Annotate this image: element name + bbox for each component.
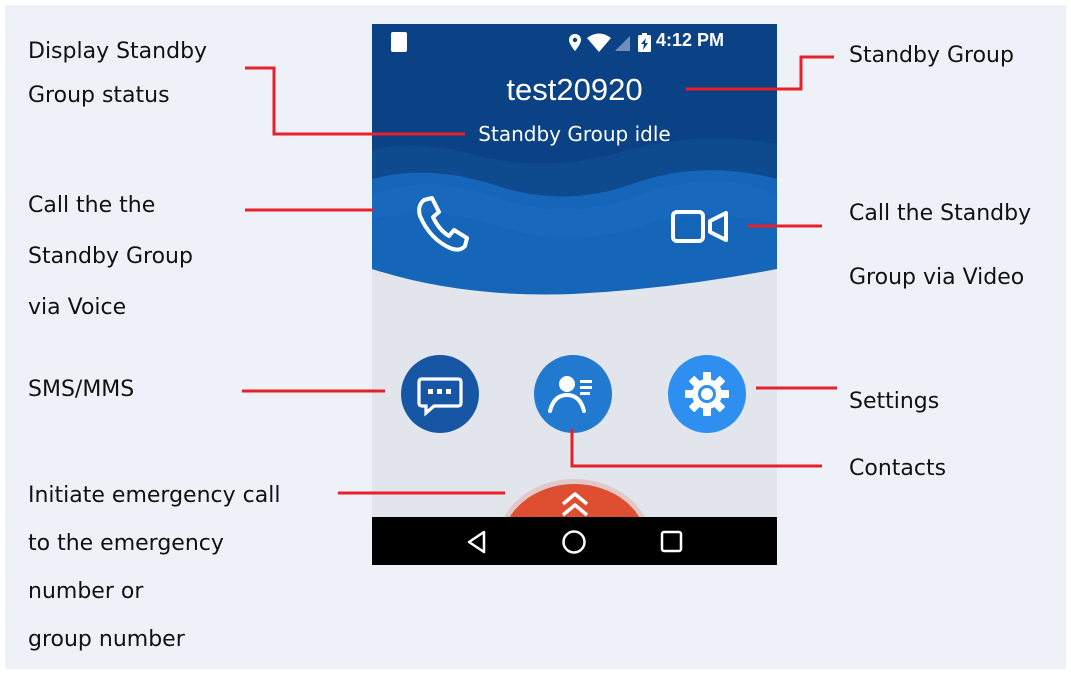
notification-icon	[391, 32, 407, 52]
callout-call-video: Call the Standby Group via Video	[849, 180, 1031, 312]
phone-screen: 4:12 PM test20920 Standby Group idle	[372, 24, 777, 565]
callout-text: number or	[28, 579, 144, 604]
status-time: 4:12 PM	[656, 30, 725, 50]
settings-button[interactable]	[668, 355, 746, 433]
message-icon	[417, 377, 463, 417]
gear-icon	[685, 372, 729, 416]
callout-text: group number	[28, 627, 185, 652]
voice-call-button[interactable]	[412, 192, 472, 254]
video-call-button[interactable]	[670, 208, 734, 246]
callout-text: Contacts	[849, 456, 947, 481]
status-icons	[569, 33, 651, 52]
callout-contacts: Contacts	[849, 453, 946, 485]
video-camera-icon	[671, 210, 728, 243]
phone-icon	[417, 196, 469, 252]
wifi-icon	[587, 33, 611, 52]
callout-sms: SMS/MMS	[28, 374, 134, 406]
cell-signal-icon	[615, 36, 630, 51]
status-bar: 4:12 PM	[372, 24, 777, 64]
callout-display-status: Display Standby Group status	[28, 36, 207, 112]
chevron-up-double-icon	[561, 492, 589, 517]
contacts-button[interactable]	[534, 355, 612, 433]
callout-text: Initiate emergency call	[28, 483, 281, 508]
callout-text: Group via Video	[849, 265, 1025, 290]
battery-icon	[638, 33, 651, 52]
callout-standby-group: Standby Group	[849, 40, 1014, 72]
group-status: Standby Group idle	[478, 122, 671, 146]
callout-text: via Voice	[28, 295, 127, 320]
sms-mms-button[interactable]	[401, 355, 479, 433]
callout-text: Group status	[28, 83, 170, 108]
callout-call-voice: Call the the Standby Group via Voice	[28, 180, 193, 333]
callout-emergency: Initiate emergency call to the emergency…	[28, 472, 280, 664]
contacts-icon	[548, 376, 592, 413]
recents-icon[interactable]	[659, 529, 685, 555]
callout-text: Display Standby	[28, 39, 208, 64]
back-icon[interactable]	[464, 529, 490, 555]
callout-text: Call the the	[28, 193, 156, 218]
callout-text: Call the Standby	[849, 201, 1032, 226]
callout-text: to the emergency	[28, 531, 224, 556]
callout-settings: Settings	[849, 386, 939, 418]
location-icon	[569, 34, 581, 51]
callout-text: SMS/MMS	[28, 377, 135, 402]
group-name: test20920	[506, 72, 643, 107]
callout-text: Settings	[849, 389, 940, 414]
callout-text: Standby Group	[849, 43, 1014, 68]
home-icon[interactable]	[560, 529, 588, 557]
navigation-bar	[372, 517, 777, 565]
callout-text: Standby Group	[28, 244, 193, 269]
